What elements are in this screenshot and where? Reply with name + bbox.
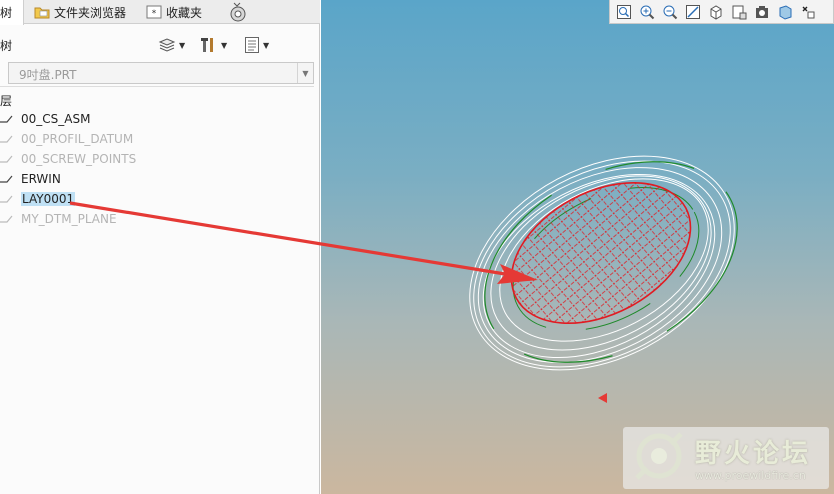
display-style-icon[interactable]: [752, 2, 772, 22]
watermark-url: www.proewildfire.cn: [695, 469, 806, 482]
zoom-window-icon[interactable]: [614, 2, 634, 22]
saved-views-icon[interactable]: [729, 2, 749, 22]
tab-favorites-label: 收藏夹: [166, 5, 203, 20]
layer-item-my-dtm-plane[interactable]: MY_DTM_PLANE: [0, 210, 117, 228]
tab-folder-browser-label: 文件夹浏览器: [54, 5, 127, 20]
panel-title: 层树: [0, 39, 13, 53]
layer-name: 00_PROFIL_DATUM: [21, 132, 134, 146]
layer-icon: [0, 195, 13, 203]
tab-model-display[interactable]: [222, 0, 254, 24]
chevron-down-icon[interactable]: ▼: [297, 63, 313, 83]
layer-icon: [0, 135, 13, 143]
tab-layer-tree[interactable]: 层树: [0, 0, 24, 25]
appearance-icon[interactable]: [798, 2, 818, 22]
tab-folder-browser[interactable]: 文件夹浏览器: [34, 0, 126, 24]
active-model-select[interactable]: 9吋盘.PRT ▼: [8, 62, 314, 84]
refit-icon[interactable]: [683, 2, 703, 22]
chevron-down-icon: ▼: [221, 40, 228, 50]
layer-name: 00_CS_ASM: [21, 112, 91, 126]
show-button[interactable]: ▼: [244, 35, 269, 55]
triangle-marker-icon: [598, 393, 607, 403]
layer-name: MY_DTM_PLANE: [21, 212, 117, 226]
layer-name: ERWIN: [21, 172, 61, 186]
graphics-viewport[interactable]: 野火论坛 www.proewildfire.cn: [321, 0, 834, 494]
watermark: 野火论坛 www.proewildfire.cn: [623, 427, 829, 489]
gear-puzzle-icon: [230, 2, 246, 22]
chevron-down-icon: ▼: [263, 40, 270, 50]
forum-logo-icon: [635, 432, 683, 480]
chevron-down-icon: ▼: [179, 40, 186, 50]
active-model-value: 9吋盘.PRT: [19, 68, 77, 82]
panel-tab-bar: 层树 文件夹浏览器 * 收藏夹: [0, 0, 320, 25]
folder-icon: [34, 7, 50, 19]
layer-icon: [0, 215, 13, 223]
tools-button[interactable]: ▼: [200, 35, 227, 55]
layer-tree: 层 00_CS_ASM 00_PROFIL_DATUM 00_SCREW_POI…: [0, 86, 314, 494]
perspective-icon[interactable]: [775, 2, 795, 22]
model-scene[interactable]: [321, 0, 834, 494]
layer-icon: [0, 155, 13, 163]
layers-icon: [158, 38, 176, 52]
orientation-icon[interactable]: [706, 2, 726, 22]
layer-item-00-profil-datum[interactable]: 00_PROFIL_DATUM: [0, 130, 133, 148]
tab-layer-tree-label: 层树: [0, 6, 13, 20]
watermark-title: 野火论坛: [695, 439, 812, 469]
layer-actions-button[interactable]: ▼: [158, 35, 185, 55]
svg-text:*: *: [152, 9, 157, 19]
tools-icon: [201, 38, 213, 52]
zoom-in-icon[interactable]: [637, 2, 657, 22]
tab-favorites[interactable]: * 收藏夹: [146, 0, 202, 24]
layer-item-lay0001[interactable]: LAY0001: [0, 190, 76, 208]
layer-name: 00_SCREW_POINTS: [21, 152, 137, 166]
layer-item-00-cs-asm[interactable]: 00_CS_ASM: [0, 110, 90, 128]
layer-tree-panel: 层树 文件夹浏览器 * 收藏夹 层树 ▼ ▼ ▼ 9吋盘.PRT ▼ 层 00: [0, 0, 320, 494]
layer-icon: [0, 115, 13, 123]
favorites-icon: *: [146, 5, 162, 19]
graphics-toolbar: [609, 0, 834, 24]
tree-root-label: 层: [0, 94, 13, 108]
list-icon: [245, 37, 259, 53]
zoom-out-icon[interactable]: [660, 2, 680, 22]
layer-item-erwin[interactable]: ERWIN: [0, 170, 61, 188]
layer-name: LAY0001: [21, 192, 76, 206]
layer-item-00-screw-points[interactable]: 00_SCREW_POINTS: [0, 150, 136, 168]
layer-icon: [0, 175, 13, 183]
